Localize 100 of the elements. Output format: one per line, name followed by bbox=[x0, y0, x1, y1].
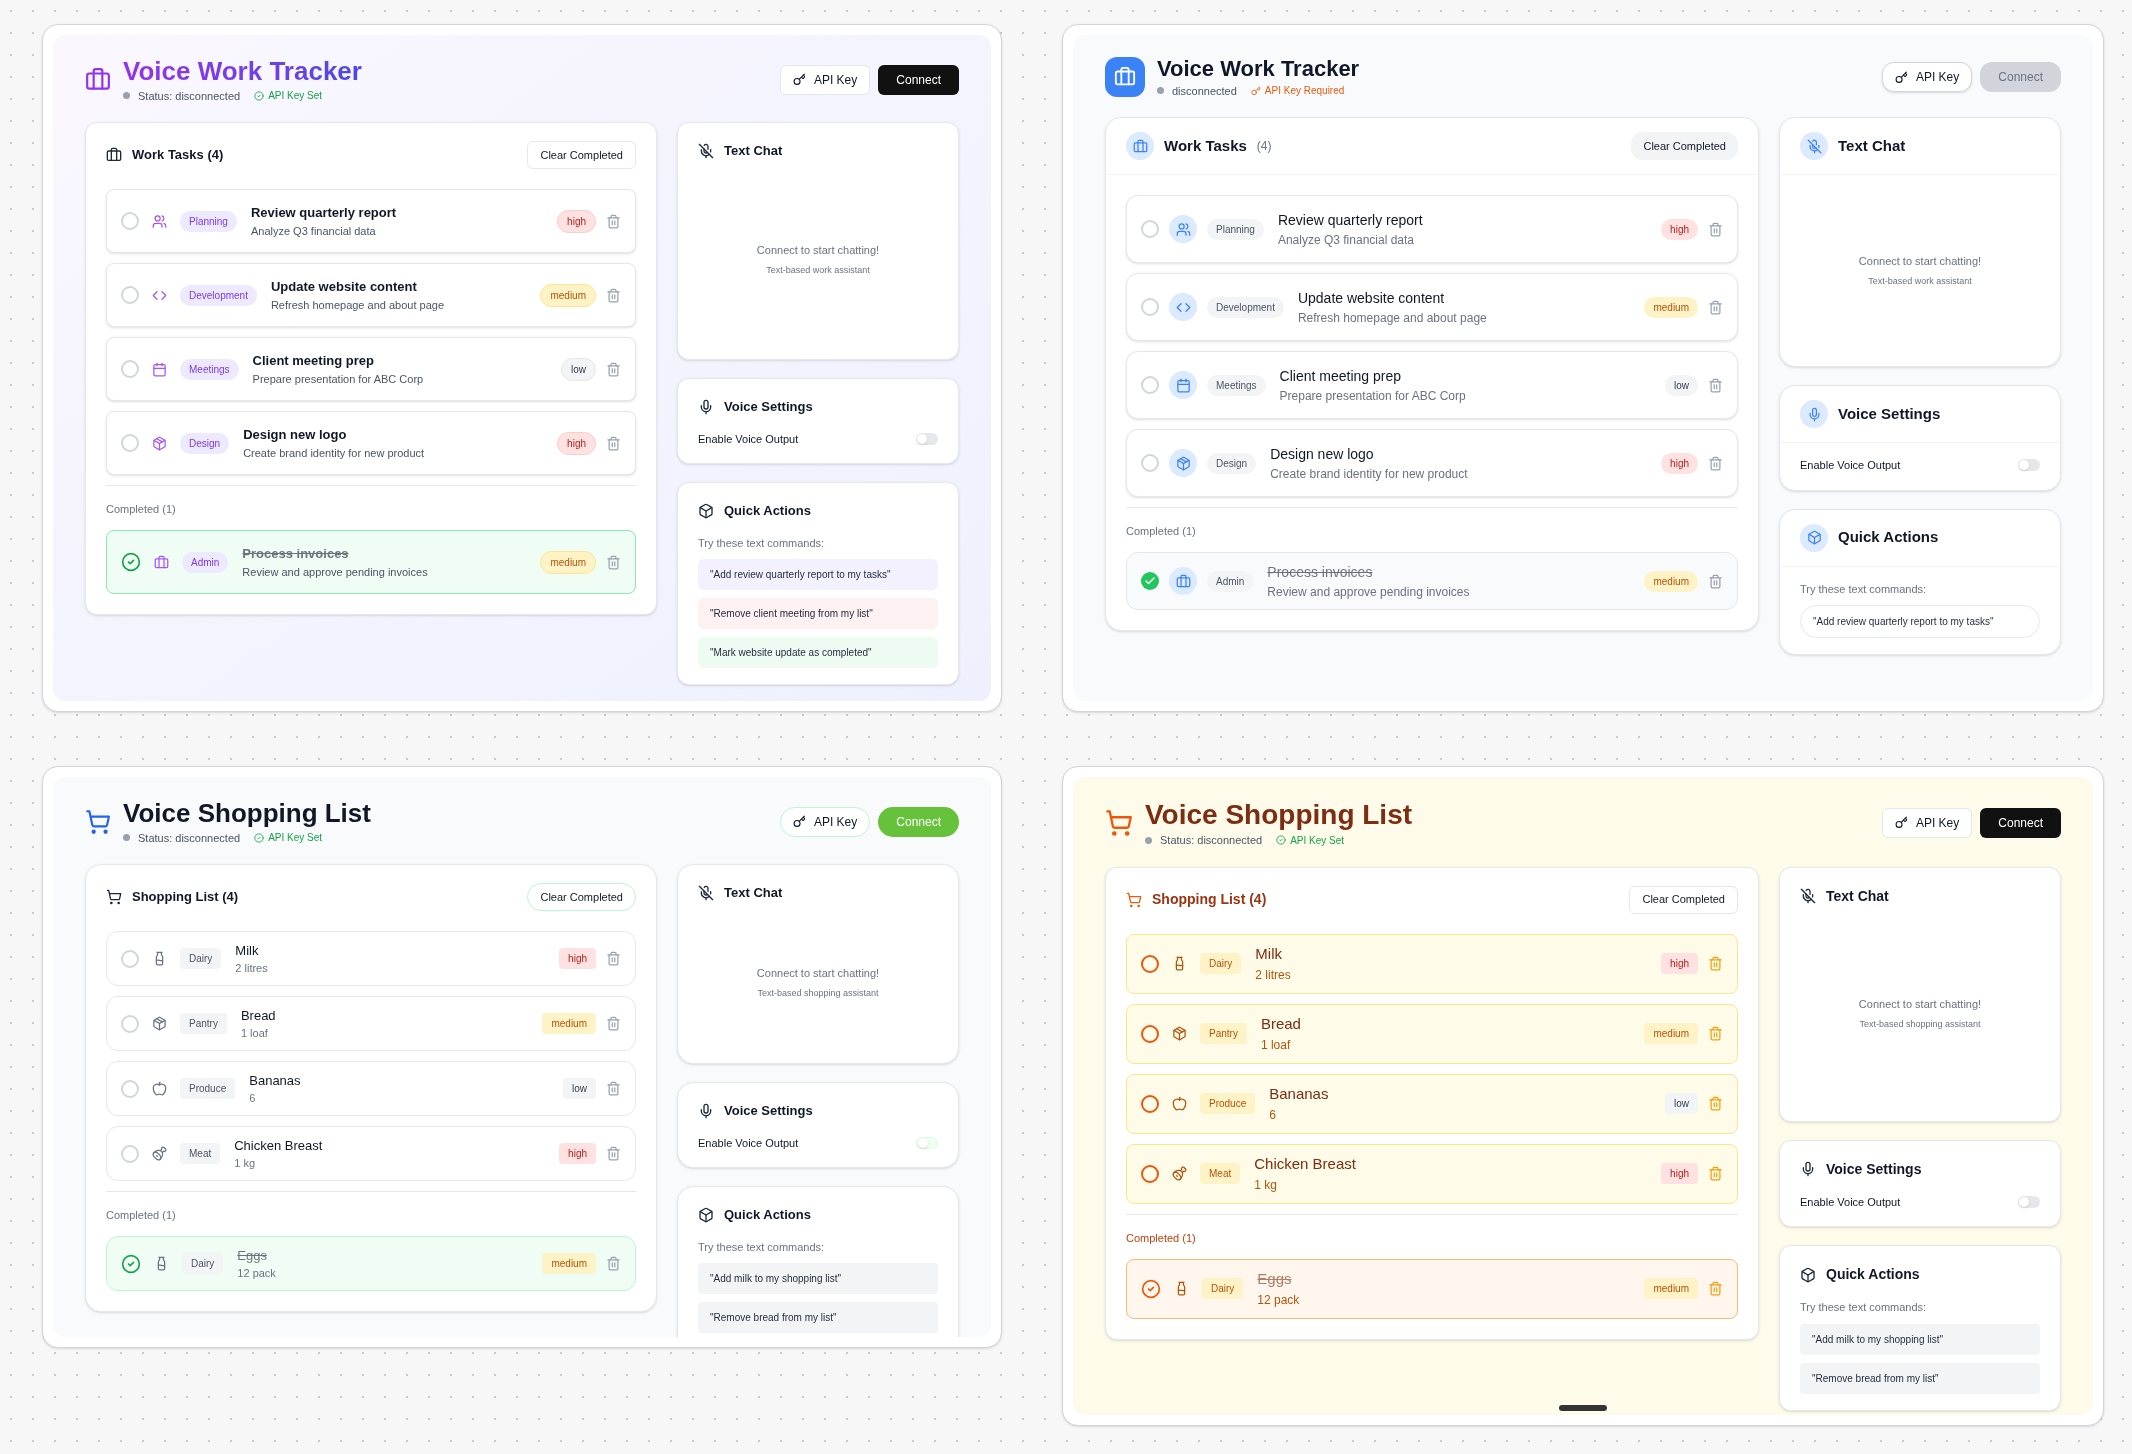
checkbox[interactable] bbox=[1141, 1278, 1161, 1299]
toggle-label: Enable Voice Output bbox=[698, 1135, 799, 1151]
trash-icon[interactable] bbox=[1708, 1166, 1723, 1181]
card-title: Voice Settings bbox=[1826, 1159, 1922, 1179]
clear-completed-button[interactable]: Clear Completed bbox=[527, 883, 636, 911]
completed-item-card[interactable]: Admin Process invoices Review and approve pending invoices medium bbox=[106, 530, 636, 594]
trash-icon[interactable] bbox=[1708, 299, 1723, 315]
item-card[interactable]: Pantry Bread 1 loaf medium bbox=[1126, 1003, 1738, 1064]
command-suggestion[interactable]: "Add milk to my shopping list" bbox=[698, 1263, 938, 1294]
key-icon bbox=[1250, 85, 1261, 96]
item-card[interactable]: Produce Bananas 6 low bbox=[106, 1061, 636, 1116]
trash-icon[interactable] bbox=[606, 951, 621, 966]
api-key-button[interactable]: API Key bbox=[779, 806, 871, 837]
item-card[interactable]: Pantry Bread 1 loaf medium bbox=[106, 996, 636, 1051]
checkbox[interactable] bbox=[1141, 1024, 1159, 1043]
item-title: Process invoices bbox=[1267, 562, 1374, 582]
trash-icon[interactable] bbox=[1708, 221, 1723, 237]
item-title: Chicken Breast bbox=[1254, 1154, 1357, 1175]
api-key-button[interactable]: API Key bbox=[1881, 807, 1973, 838]
command-suggestion[interactable]: "Remove bread from my list" bbox=[698, 1302, 938, 1333]
toggle-switch[interactable] bbox=[2018, 459, 2040, 472]
status-text: Status: disconnected bbox=[138, 88, 241, 104]
trash-icon[interactable] bbox=[1708, 573, 1723, 589]
item-subtitle: 2 litres bbox=[235, 961, 269, 976]
priority-tag: high bbox=[1661, 218, 1698, 240]
item-title: Eggs bbox=[1257, 1269, 1293, 1290]
code-icon bbox=[1169, 293, 1197, 321]
category-tag: Pantry bbox=[180, 1013, 227, 1034]
trash-icon[interactable] bbox=[606, 213, 621, 229]
item-title: Bread bbox=[1260, 1014, 1302, 1035]
completed-item-card[interactable]: Dairy Eggs 12 pack medium bbox=[106, 1236, 636, 1291]
card-title: Voice Settings bbox=[724, 398, 813, 416]
item-card[interactable]: Design Design new logo Create brand identity for new product high bbox=[1126, 429, 1738, 497]
item-card[interactable]: Dairy Milk 2 litres high bbox=[106, 931, 636, 986]
category-tag: Admin bbox=[1207, 570, 1254, 592]
command-suggestion[interactable]: "Mark website update as completed" bbox=[698, 637, 938, 668]
checkbox[interactable] bbox=[1141, 954, 1159, 973]
priority-tag: medium bbox=[540, 283, 596, 307]
checkbox[interactable] bbox=[121, 552, 141, 572]
item-card[interactable]: Design Design new logo Create brand identity for new product high bbox=[106, 411, 636, 475]
item-card[interactable]: Meat Chicken Breast 1 kg high bbox=[106, 1126, 636, 1181]
checkbox[interactable] bbox=[1141, 1164, 1159, 1183]
item-card[interactable]: Dairy Milk 2 litres high bbox=[1126, 933, 1738, 994]
trash-icon[interactable] bbox=[606, 435, 621, 451]
item-card[interactable]: Meetings Client meeting prep Prepare presentation for ABC Corp low bbox=[106, 337, 636, 401]
trash-icon[interactable] bbox=[1708, 455, 1723, 471]
command-suggestion[interactable]: "Remove client meeting from my list" bbox=[698, 598, 938, 629]
item-card[interactable]: Planning Review quarterly report Analyze Q3 financial data high bbox=[106, 189, 636, 253]
trash-icon[interactable] bbox=[606, 1256, 621, 1271]
chat-empty-text: Connect to start chatting! bbox=[756, 965, 880, 981]
chat-empty-text: Connect to start chatting! bbox=[1858, 996, 1982, 1012]
api-key-status: API Key Set bbox=[268, 831, 323, 846]
item-card[interactable]: Planning Review quarterly report Analyze Q3 financial data high bbox=[1126, 195, 1738, 263]
trash-icon[interactable] bbox=[606, 554, 621, 570]
trash-icon[interactable] bbox=[1708, 1281, 1723, 1296]
toggle-switch[interactable] bbox=[916, 432, 938, 445]
clear-completed-button[interactable]: Clear Completed bbox=[527, 141, 636, 169]
category-tag: Dairy bbox=[182, 1253, 224, 1274]
trash-icon[interactable] bbox=[606, 361, 621, 377]
trash-icon[interactable] bbox=[606, 1016, 621, 1031]
trash-icon[interactable] bbox=[606, 1146, 621, 1161]
item-subtitle: 1 loaf bbox=[1260, 1036, 1292, 1054]
priority-tag: low bbox=[1665, 1093, 1698, 1114]
card-title: Text Chat bbox=[724, 884, 783, 902]
connect-button[interactable]: Connect bbox=[1980, 807, 2061, 838]
trash-icon[interactable] bbox=[1708, 1026, 1723, 1041]
checkbox[interactable] bbox=[121, 1253, 141, 1274]
item-card[interactable]: Produce Bananas 6 low bbox=[1126, 1073, 1738, 1134]
card-title: Work Tasks bbox=[1164, 135, 1247, 156]
item-card[interactable]: Meat Chicken Breast 1 kg high bbox=[1126, 1143, 1738, 1204]
api-key-button[interactable]: API Key bbox=[1881, 62, 1973, 92]
command-suggestion[interactable]: "Remove bread from my list" bbox=[1800, 1362, 2040, 1394]
priority-tag: high bbox=[559, 948, 596, 969]
chat-hint-text: Text-based shopping assistant bbox=[757, 987, 879, 1001]
item-card[interactable]: Development Update website content Refresh homepage and about page medium bbox=[106, 263, 636, 327]
clear-completed-button[interactable]: Clear Completed bbox=[1631, 132, 1738, 160]
item-subtitle: Analyze Q3 financial data bbox=[1277, 231, 1415, 249]
toggle-switch[interactable] bbox=[916, 1136, 938, 1149]
item-card[interactable]: Development Update website content Refresh homepage and about page medium bbox=[1126, 273, 1738, 341]
trash-icon[interactable] bbox=[1708, 956, 1723, 971]
completed-item-card[interactable]: Admin Process invoices Review and approve pending invoices medium bbox=[1126, 552, 1738, 610]
completed-item-card[interactable]: Dairy Eggs 12 pack medium bbox=[1126, 1258, 1738, 1319]
command-suggestion[interactable]: "Add review quarterly report to my tasks" bbox=[698, 559, 938, 590]
clear-completed-button[interactable]: Clear Completed bbox=[1629, 885, 1738, 914]
connect-button[interactable]: Connect bbox=[878, 64, 959, 95]
command-suggestion[interactable]: "Add milk to my shopping list" bbox=[1800, 1323, 2040, 1355]
trash-icon[interactable] bbox=[1708, 1096, 1723, 1111]
toggle-label: Enable Voice Output bbox=[1800, 458, 1901, 473]
toggle-switch[interactable] bbox=[2018, 1195, 2040, 1208]
trash-icon[interactable] bbox=[606, 1081, 621, 1096]
checkbox[interactable] bbox=[1141, 572, 1159, 590]
checkbox[interactable] bbox=[1141, 1094, 1159, 1113]
item-title: Bananas bbox=[249, 1071, 302, 1090]
trash-icon[interactable] bbox=[1708, 377, 1723, 393]
item-card[interactable]: Meetings Client meeting prep Prepare presentation for ABC Corp low bbox=[1126, 351, 1738, 419]
trash-icon[interactable] bbox=[606, 287, 621, 303]
category-tag: Development bbox=[1207, 296, 1284, 318]
priority-tag: medium bbox=[1644, 570, 1698, 592]
api-key-button[interactable]: API Key bbox=[779, 64, 871, 95]
quick-actions-intro: Try these text commands: bbox=[698, 1239, 826, 1255]
